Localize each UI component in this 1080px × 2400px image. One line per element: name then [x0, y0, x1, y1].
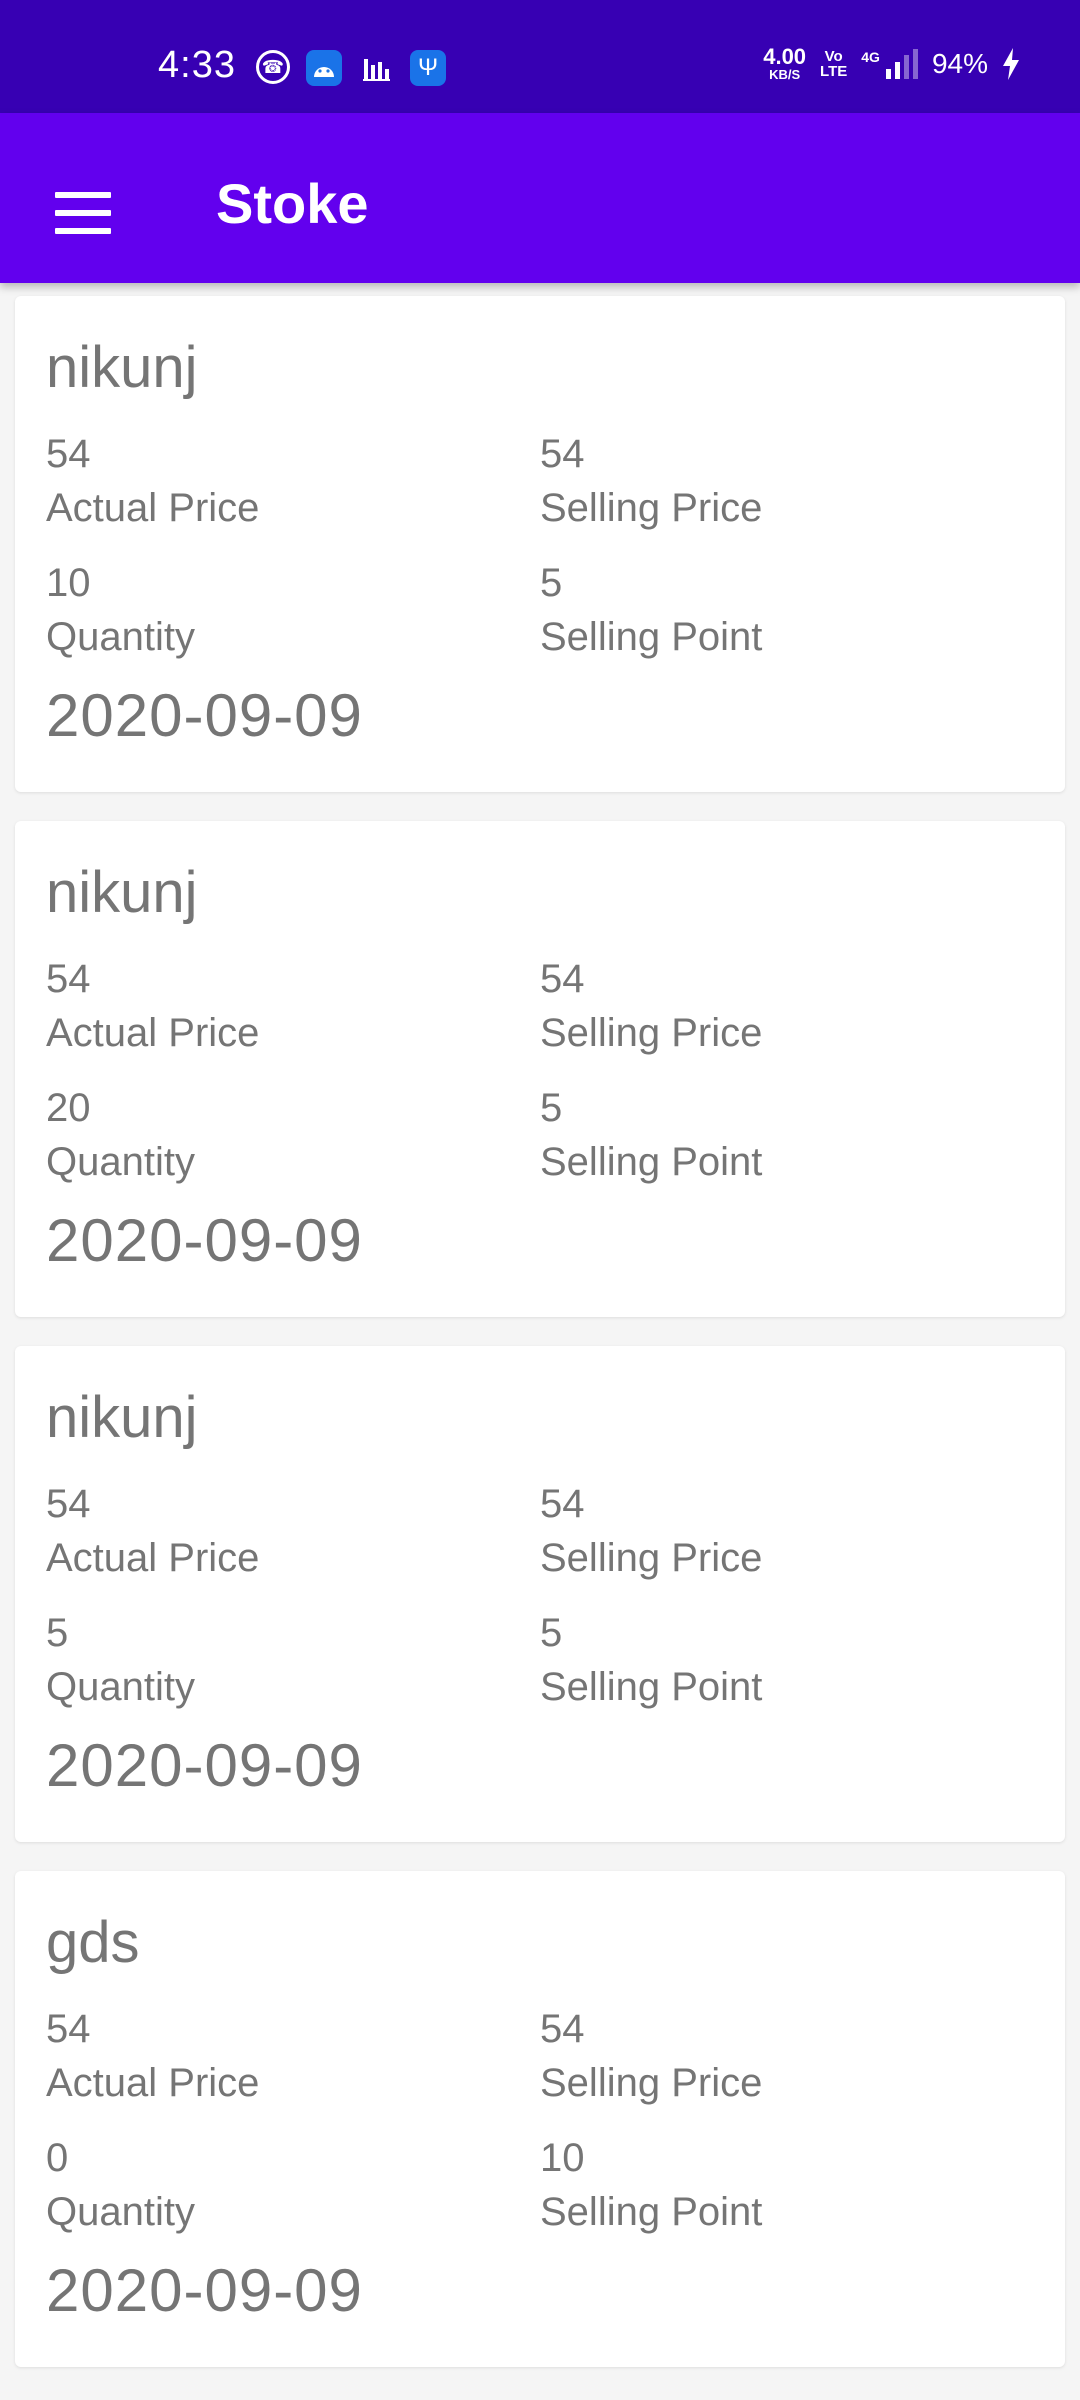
quantity-label: Quantity: [46, 2190, 195, 2234]
stock-card[interactable]: nikunj 54 Actual Price 54 Selling Price …: [15, 1346, 1065, 1842]
item-name: nikunj: [46, 1385, 198, 1450]
system-status-icons: 4.00 KB/S Vo LTE 4G 94%: [763, 46, 1020, 81]
selling-point-value: 5: [540, 1086, 563, 1130]
stock-card[interactable]: nikunj 54 Actual Price 54 Selling Price …: [15, 821, 1065, 1317]
selling-point-block: 5 Selling Point: [540, 557, 762, 665]
volte-icon: Vo LTE: [820, 49, 847, 79]
selling-point-label: Selling Point: [540, 615, 763, 659]
quantity-label: Quantity: [46, 615, 195, 659]
bar-chart-icon: [358, 50, 394, 86]
selling-price-block: 54 Selling Price: [540, 1478, 762, 1586]
quantity-value: 5: [46, 1611, 69, 1655]
network-speed: 4.00 KB/S: [763, 44, 807, 82]
quantity-block: 10 Quantity: [46, 557, 195, 665]
stock-card[interactable]: gds 54 Actual Price 54 Selling Price 0 Q…: [15, 1871, 1065, 2367]
selling-price-value: 54: [540, 2007, 585, 2051]
selling-price-label: Selling Price: [540, 1536, 763, 1580]
selling-point-value: 5: [540, 561, 563, 605]
whatsapp-icon: ☎: [256, 50, 290, 84]
selling-price-value: 54: [540, 1482, 585, 1526]
network-type: 4G: [861, 48, 880, 65]
item-date: 2020-09-09: [46, 2257, 363, 2324]
status-time: 4:33: [158, 44, 236, 86]
actual-price-value: 54: [46, 2007, 91, 2051]
actual-price-block: 54 Actual Price: [46, 953, 259, 1061]
stock-card[interactable]: nikunj 54 Actual Price 54 Selling Price …: [15, 296, 1065, 792]
quantity-block: 5 Quantity: [46, 1607, 195, 1715]
selling-point-block: 5 Selling Point: [540, 1607, 762, 1715]
actual-price-label: Actual Price: [46, 1536, 260, 1580]
actual-price-label: Actual Price: [46, 486, 260, 530]
selling-point-label: Selling Point: [540, 1140, 763, 1184]
selling-price-label: Selling Price: [540, 2061, 763, 2105]
selling-point-block: 10 Selling Point: [540, 2132, 762, 2240]
selling-price-block: 54 Selling Price: [540, 428, 762, 536]
selling-price-block: 54 Selling Price: [540, 953, 762, 1061]
quantity-value: 20: [46, 1086, 91, 1130]
selling-point-label: Selling Point: [540, 1665, 763, 1709]
page-title: Stoke: [216, 172, 369, 235]
quantity-block: 0 Quantity: [46, 2132, 195, 2240]
selling-point-label: Selling Point: [540, 2190, 763, 2234]
item-name: gds: [46, 1910, 140, 1975]
selling-price-label: Selling Price: [540, 1011, 763, 1055]
selling-price-value: 54: [540, 432, 585, 476]
actual-price-value: 54: [46, 432, 91, 476]
quantity-label: Quantity: [46, 1140, 195, 1184]
volte-top: Vo: [824, 47, 843, 65]
hamburger-menu-icon[interactable]: [40, 168, 130, 258]
selling-price-label: Selling Price: [540, 486, 763, 530]
app-bar: Stoke: [0, 113, 1080, 283]
item-date: 2020-09-09: [46, 1732, 363, 1799]
signal-strength-icon: 4G: [861, 48, 918, 79]
volte-bottom: LTE: [820, 62, 848, 80]
network-speed-value: 4.00: [763, 44, 807, 69]
item-name: nikunj: [46, 335, 198, 400]
usb-icon: Ψ: [410, 50, 446, 86]
android-debug-icon: [306, 50, 342, 86]
actual-price-label: Actual Price: [46, 1011, 260, 1055]
quantity-label: Quantity: [46, 1665, 195, 1709]
item-date: 2020-09-09: [46, 682, 363, 749]
actual-price-value: 54: [46, 957, 91, 1001]
selling-price-value: 54: [540, 957, 585, 1001]
actual-price-value: 54: [46, 1482, 91, 1526]
quantity-value: 10: [46, 561, 91, 605]
charging-icon: [1003, 47, 1019, 80]
item-date: 2020-09-09: [46, 1207, 363, 1274]
selling-point-block: 5 Selling Point: [540, 1082, 762, 1190]
quantity-value: 0: [46, 2136, 69, 2180]
selling-price-block: 54 Selling Price: [540, 2003, 762, 2111]
network-speed-unit: KB/S: [769, 67, 801, 82]
item-name: nikunj: [46, 860, 198, 925]
notification-icons: ☎ Ψ: [256, 50, 446, 86]
actual-price-label: Actual Price: [46, 2061, 260, 2105]
status-bar: 4:33 ☎ Ψ 4.00 KB/S Vo LTE 4G 94%: [0, 0, 1080, 113]
quantity-block: 20 Quantity: [46, 1082, 195, 1190]
selling-point-value: 10: [540, 2136, 585, 2180]
actual-price-block: 54 Actual Price: [46, 2003, 259, 2111]
actual-price-block: 54 Actual Price: [46, 428, 259, 536]
actual-price-block: 54 Actual Price: [46, 1478, 259, 1586]
battery-level: 94%: [931, 47, 988, 79]
selling-point-value: 5: [540, 1611, 563, 1655]
